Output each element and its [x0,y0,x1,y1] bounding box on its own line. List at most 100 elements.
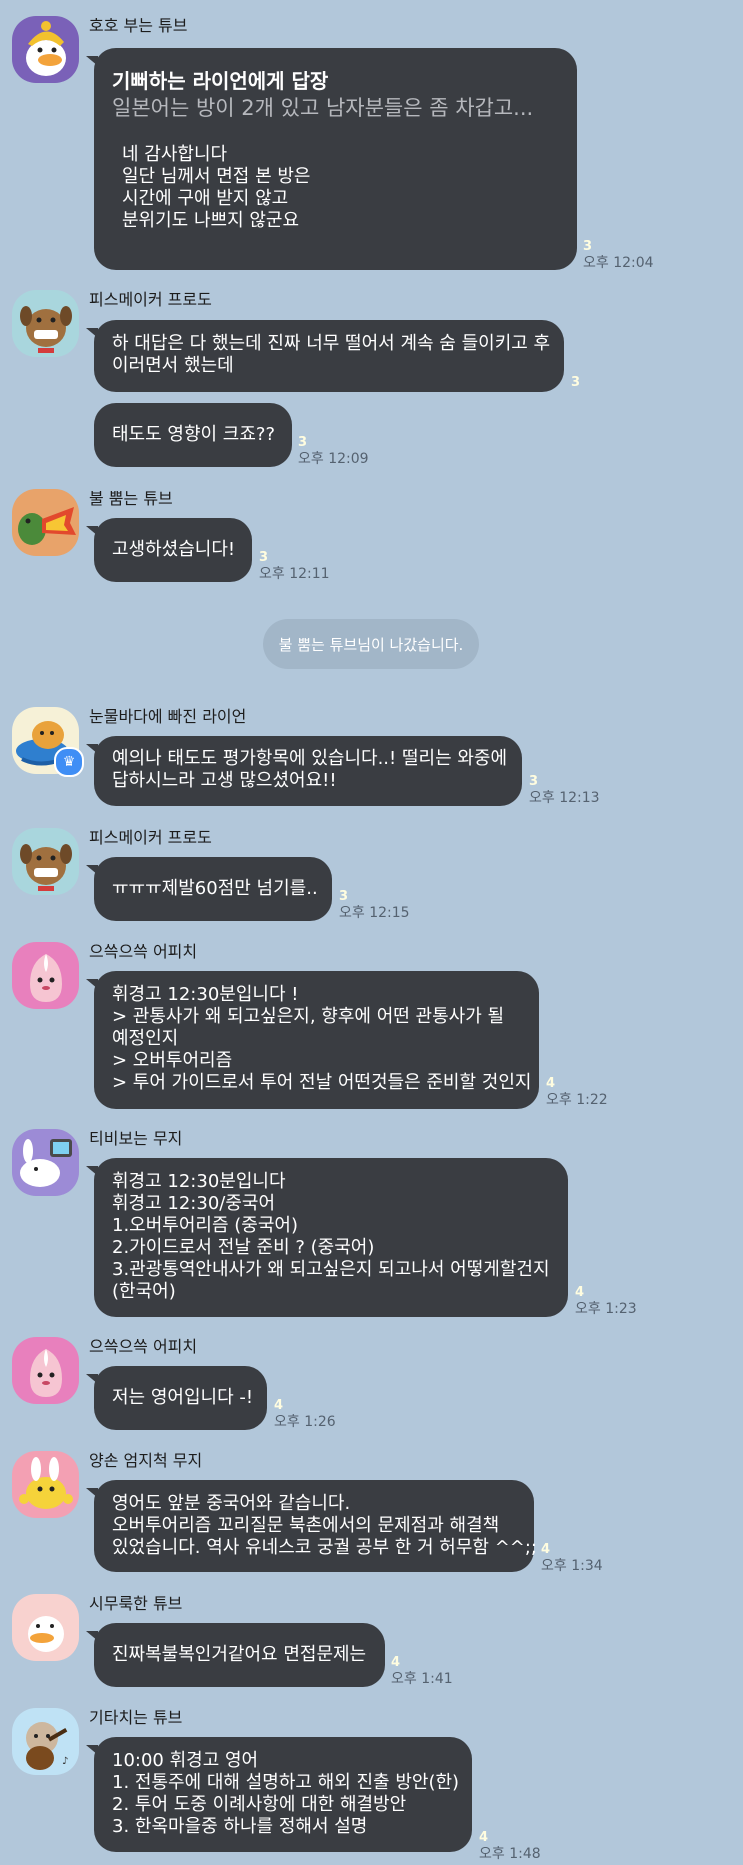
message-meta: 3 오후 12:11 [259,551,330,583]
sender-name: 불 뿜는 튜브 [89,489,173,508]
message-line: 시간에 구애 받지 않고 [122,188,289,209]
sender-name: 피스메이커 프로도 [89,290,212,309]
message-line: 고생하셨습니다! [112,539,236,560]
sender-name: 호호 부는 튜브 [89,16,188,35]
reply-preview: 일본어는 방이 2개 있고 남자분들은 좀 차갑고... [112,96,534,120]
message-line: 2.가이드로서 전날 준비 ? (중국어) [112,1237,375,1258]
unread-count: 3 [571,375,581,390]
timestamp: 오후 12:13 [529,790,600,806]
message-line: 저는 영어입니다 -! [112,1387,254,1408]
message-line: 태도도 영향이 크죠?? [112,424,276,445]
message-meta: 3 [571,376,580,390]
message-bubble[interactable]: 태도도 영향이 크죠?? [94,403,292,467]
avatar[interactable] [12,16,79,83]
muzi-thumbs-up-icon [12,1451,79,1518]
frodo-dog-icon [12,828,79,895]
sender-name: 으쓱으쓱 어피치 [89,1337,198,1356]
timestamp: 오후 1:26 [274,1414,336,1430]
message-line: 이러면서 했는데 [112,355,234,376]
sender-name: 으쓱으쓱 어피치 [89,942,198,961]
avatar[interactable] [12,1337,79,1404]
message-meta: 3 오후 12:13 [529,775,600,807]
crown-badge-icon: ♛ [54,747,84,777]
sender-name: 피스메이커 프로도 [89,828,212,847]
message-line: ㅠㅠㅠ제발60점만 넘기를.. [112,878,318,899]
message-line: 1.오버투어리즘 (중국어) [112,1215,298,1236]
avatar[interactable]: ♪ [12,1708,79,1775]
timestamp: 오후 12:09 [298,451,369,467]
avatar[interactable] [12,942,79,1009]
avatar[interactable] [12,1129,79,1196]
message-bubble[interactable]: ㅠㅠㅠ제발60점만 넘기를.. [86,857,332,921]
unread-count: 3 [298,435,308,450]
message-meta: 4 오후 1:41 [391,1656,453,1688]
message-bubble[interactable]: 예의나 태도도 평가항목에 있습니다..! 떨리는 와중에 답하시느라 고생 많… [86,736,522,806]
unread-count: 4 [575,1285,585,1300]
message-bubble[interactable]: 기뻐하는 라이언에게 답장 일본어는 방이 2개 있고 남자분들은 좀 차갑고.… [86,48,577,270]
message-line: 휘경고 12:30분입니다 [112,1171,286,1192]
message-line: 1. 전통주에 대해 설명하고 해외 진출 방안(한) [112,1772,460,1793]
message-line: 답하시느라 고생 많으셨어요!! [112,770,337,791]
message-bubble[interactable]: 하 대답은 다 했는데 진짜 너무 떨어서 계속 숨 들이키고 후 이러면서 했… [86,320,564,392]
svg-text:♪: ♪ [62,1756,68,1767]
avatar[interactable] [12,1594,79,1661]
message-line: > 투어 가이드로서 투어 전날 어떤것들은 준비할 것인지 [112,1072,532,1093]
system-notice: 불 뿜는 튜브님이 나갔습니다. [263,619,479,669]
unread-count: 3 [259,550,269,565]
unread-count: 4 [541,1542,551,1557]
sender-name: 시무룩한 튜브 [89,1594,183,1613]
sender-name: 기타치는 튜브 [89,1708,183,1727]
message-bubble[interactable]: 진짜복불복인거같어요 면접문제는 [86,1623,385,1687]
message-bubble[interactable]: 고생하셨습니다! [86,518,252,582]
message-line: 하 대답은 다 했는데 진짜 너무 떨어서 계속 숨 들이키고 후 [112,333,551,354]
apeach-icon [12,942,79,1009]
message-line: > 관통사가 왜 되고싶은지, 향후에 어떤 관통사가 될 [112,1006,505,1027]
unread-count: 4 [546,1076,556,1091]
timestamp: 오후 1:48 [479,1846,541,1862]
unread-count: 4 [479,1830,489,1845]
timestamp: 오후 1:34 [541,1558,603,1574]
avatar[interactable] [12,489,79,556]
message-bubble[interactable]: 저는 영어입니다 -! [86,1366,267,1430]
fire-breathing-tube-icon [12,489,79,556]
message-bubble[interactable]: 휘경고 12:30분입니다 ! > 관통사가 왜 되고싶은지, 향후에 어떤 관… [86,971,539,1109]
message-meta: 4 오후 1:23 [575,1286,637,1318]
message-line: 분위기도 나쁘지 않군요 [122,210,300,231]
message-meta: 4 오후 1:22 [546,1077,608,1109]
message-meta: 3 오후 12:15 [339,890,410,922]
unread-count: 4 [274,1398,284,1413]
message-line: 영어도 앞분 중국어와 같습니다. [112,1493,351,1514]
message-bubble[interactable]: 10:00 휘경고 영어 1. 전통주에 대해 설명하고 해외 진출 방안(한)… [86,1737,472,1852]
message-bubble[interactable]: 영어도 앞분 중국어와 같습니다. 오버투어리즘 꼬리질문 북촌에서의 문제점과… [86,1480,537,1572]
avatar[interactable] [12,828,79,895]
sender-name: 양손 엄지척 무지 [89,1451,203,1470]
message-line: (한국어) [112,1281,176,1302]
timestamp: 오후 1:22 [546,1092,608,1108]
message-line: 일단 님께서 면접 본 방은 [122,166,311,187]
message-line: 진짜복불복인거같어요 면접문제는 [112,1644,367,1665]
message-line: 예의나 태도도 평가항목에 있습니다..! 떨리는 와중에 [112,748,508,769]
avatar[interactable] [12,290,79,357]
unread-count: 3 [529,774,539,789]
sender-name: 티비보는 무지 [89,1129,183,1148]
message-line: 오버투어리즘 꼬리질문 북촌에서의 문제점과 해결책 [112,1515,500,1536]
timestamp: 오후 12:15 [339,905,410,921]
avatar[interactable]: ♛ [12,707,84,777]
message-bubble[interactable]: 휘경고 12:30분입니다 휘경고 12:30/중국어 1.오버투어리즘 (중국… [86,1158,568,1317]
guitar-tube-icon: ♪ [12,1708,79,1775]
message-meta: 3 오후 12:09 [298,436,369,468]
message-meta: 4 오후 1:48 [479,1831,541,1863]
message-line: 10:00 휘경고 영어 [112,1750,259,1771]
unread-count: 3 [339,889,349,904]
sulky-tube-icon [12,1594,79,1661]
unread-count: 4 [391,1655,401,1670]
message-meta: 3 오후 12:04 [583,240,654,272]
message-line: 3. 한옥마을중 하나를 정해서 설명 [112,1816,368,1837]
tube-duck-icon [12,16,79,83]
avatar[interactable] [12,1451,79,1518]
message-line: > 오버투어리즘 [112,1050,233,1071]
message-line: 네 감사합니다 [122,144,228,165]
sender-name: 눈물바다에 빠진 라이언 [89,707,247,726]
apeach-icon [12,1337,79,1404]
message-meta: 4 오후 1:34 [541,1543,603,1575]
